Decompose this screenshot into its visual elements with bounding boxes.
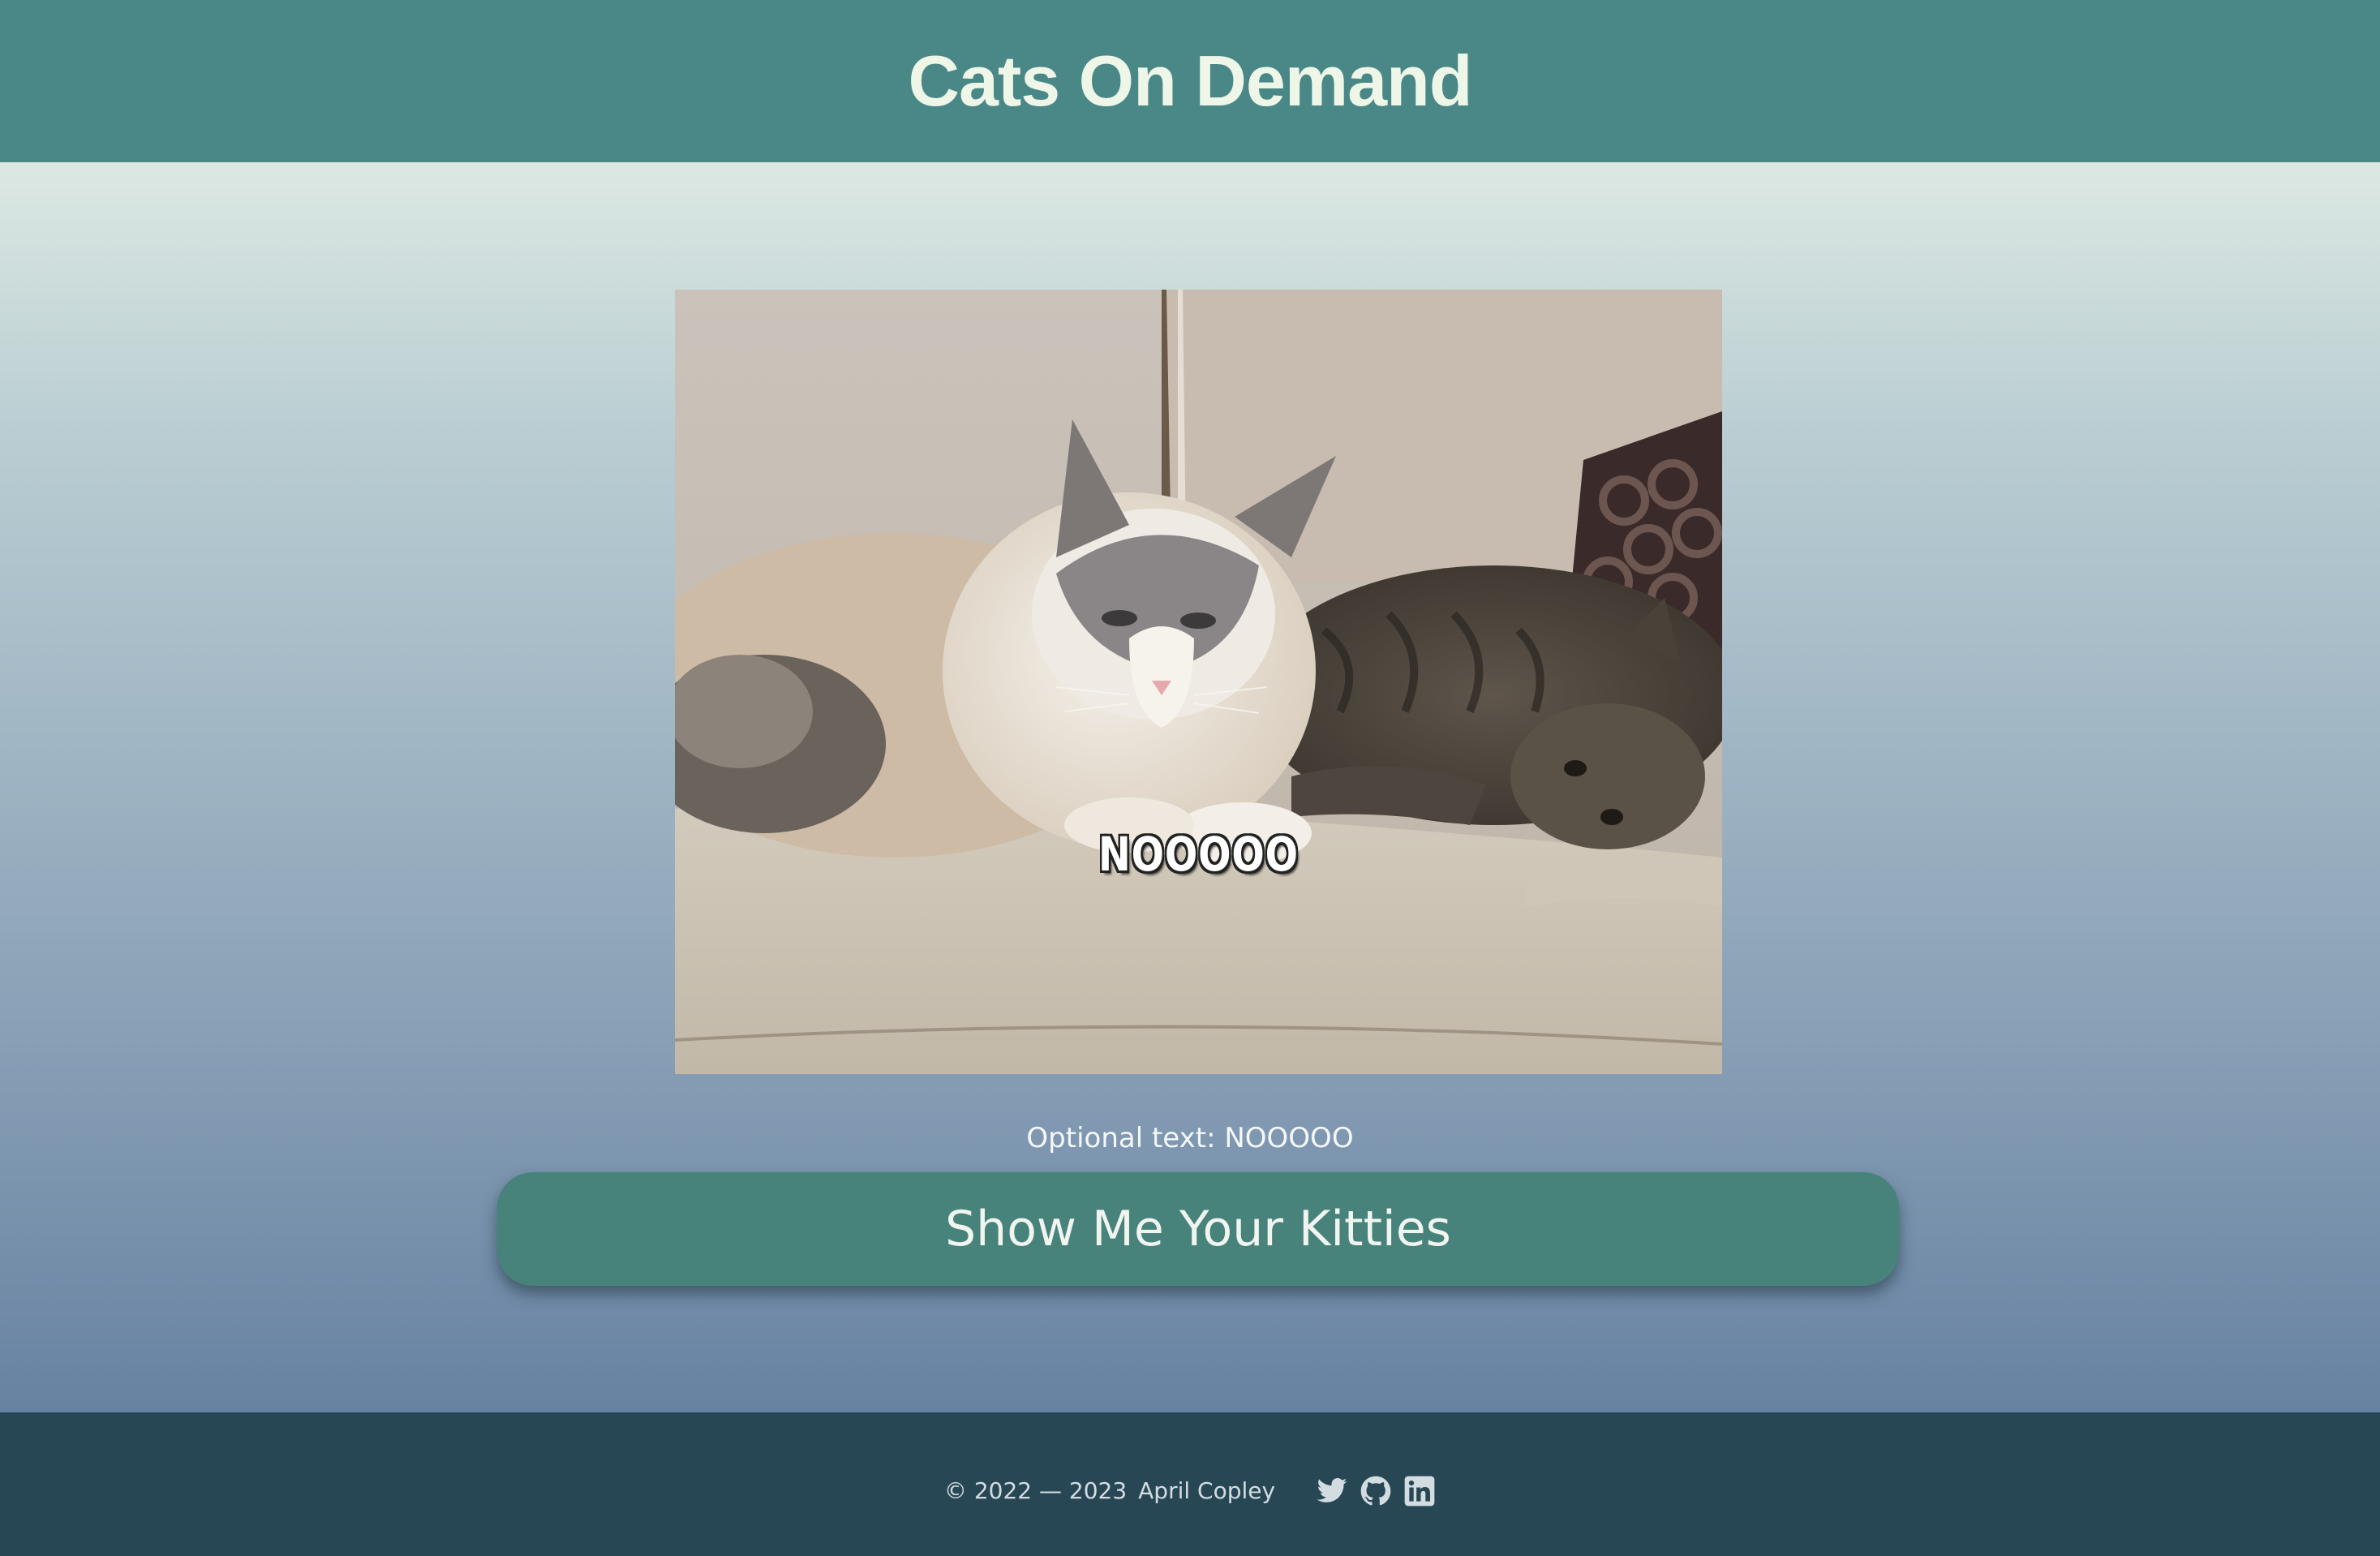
show-kitties-button[interactable]: Show Me Your Kitties: [497, 1172, 1899, 1286]
site-header: Cats On Demand: [0, 0, 2380, 162]
github-link[interactable]: [1360, 1475, 1392, 1507]
footer-inner: © 2022 — 2023 April Copley: [944, 1475, 1436, 1507]
page: Cats On Demand NOOOOO Optional text: NOO…: [0, 0, 2380, 1556]
author-name: April Copley: [1138, 1477, 1276, 1504]
twitter-link[interactable]: [1316, 1475, 1348, 1507]
twitter-icon: [1317, 1477, 1347, 1502]
optional-text: Optional text: NOOOOO: [1026, 1122, 1354, 1154]
github-icon: [1360, 1476, 1391, 1505]
linkedin-link[interactable]: [1403, 1475, 1436, 1507]
copyright-text: © 2022 — 2023: [943, 1477, 1128, 1504]
site-footer: © 2022 — 2023 April Copley: [0, 1412, 2380, 1556]
social-links: [1316, 1475, 1436, 1507]
main-content: NOOOOO Optional text: NOOOOO Show Me You…: [0, 162, 2380, 1412]
cat-image: NOOOOO: [675, 290, 1722, 1074]
meme-caption: NOOOOO: [1098, 827, 1299, 882]
site-title: Cats On Demand: [908, 41, 1472, 121]
cat-photo-illustration: [675, 290, 1722, 1074]
linkedin-icon: [1404, 1476, 1435, 1506]
